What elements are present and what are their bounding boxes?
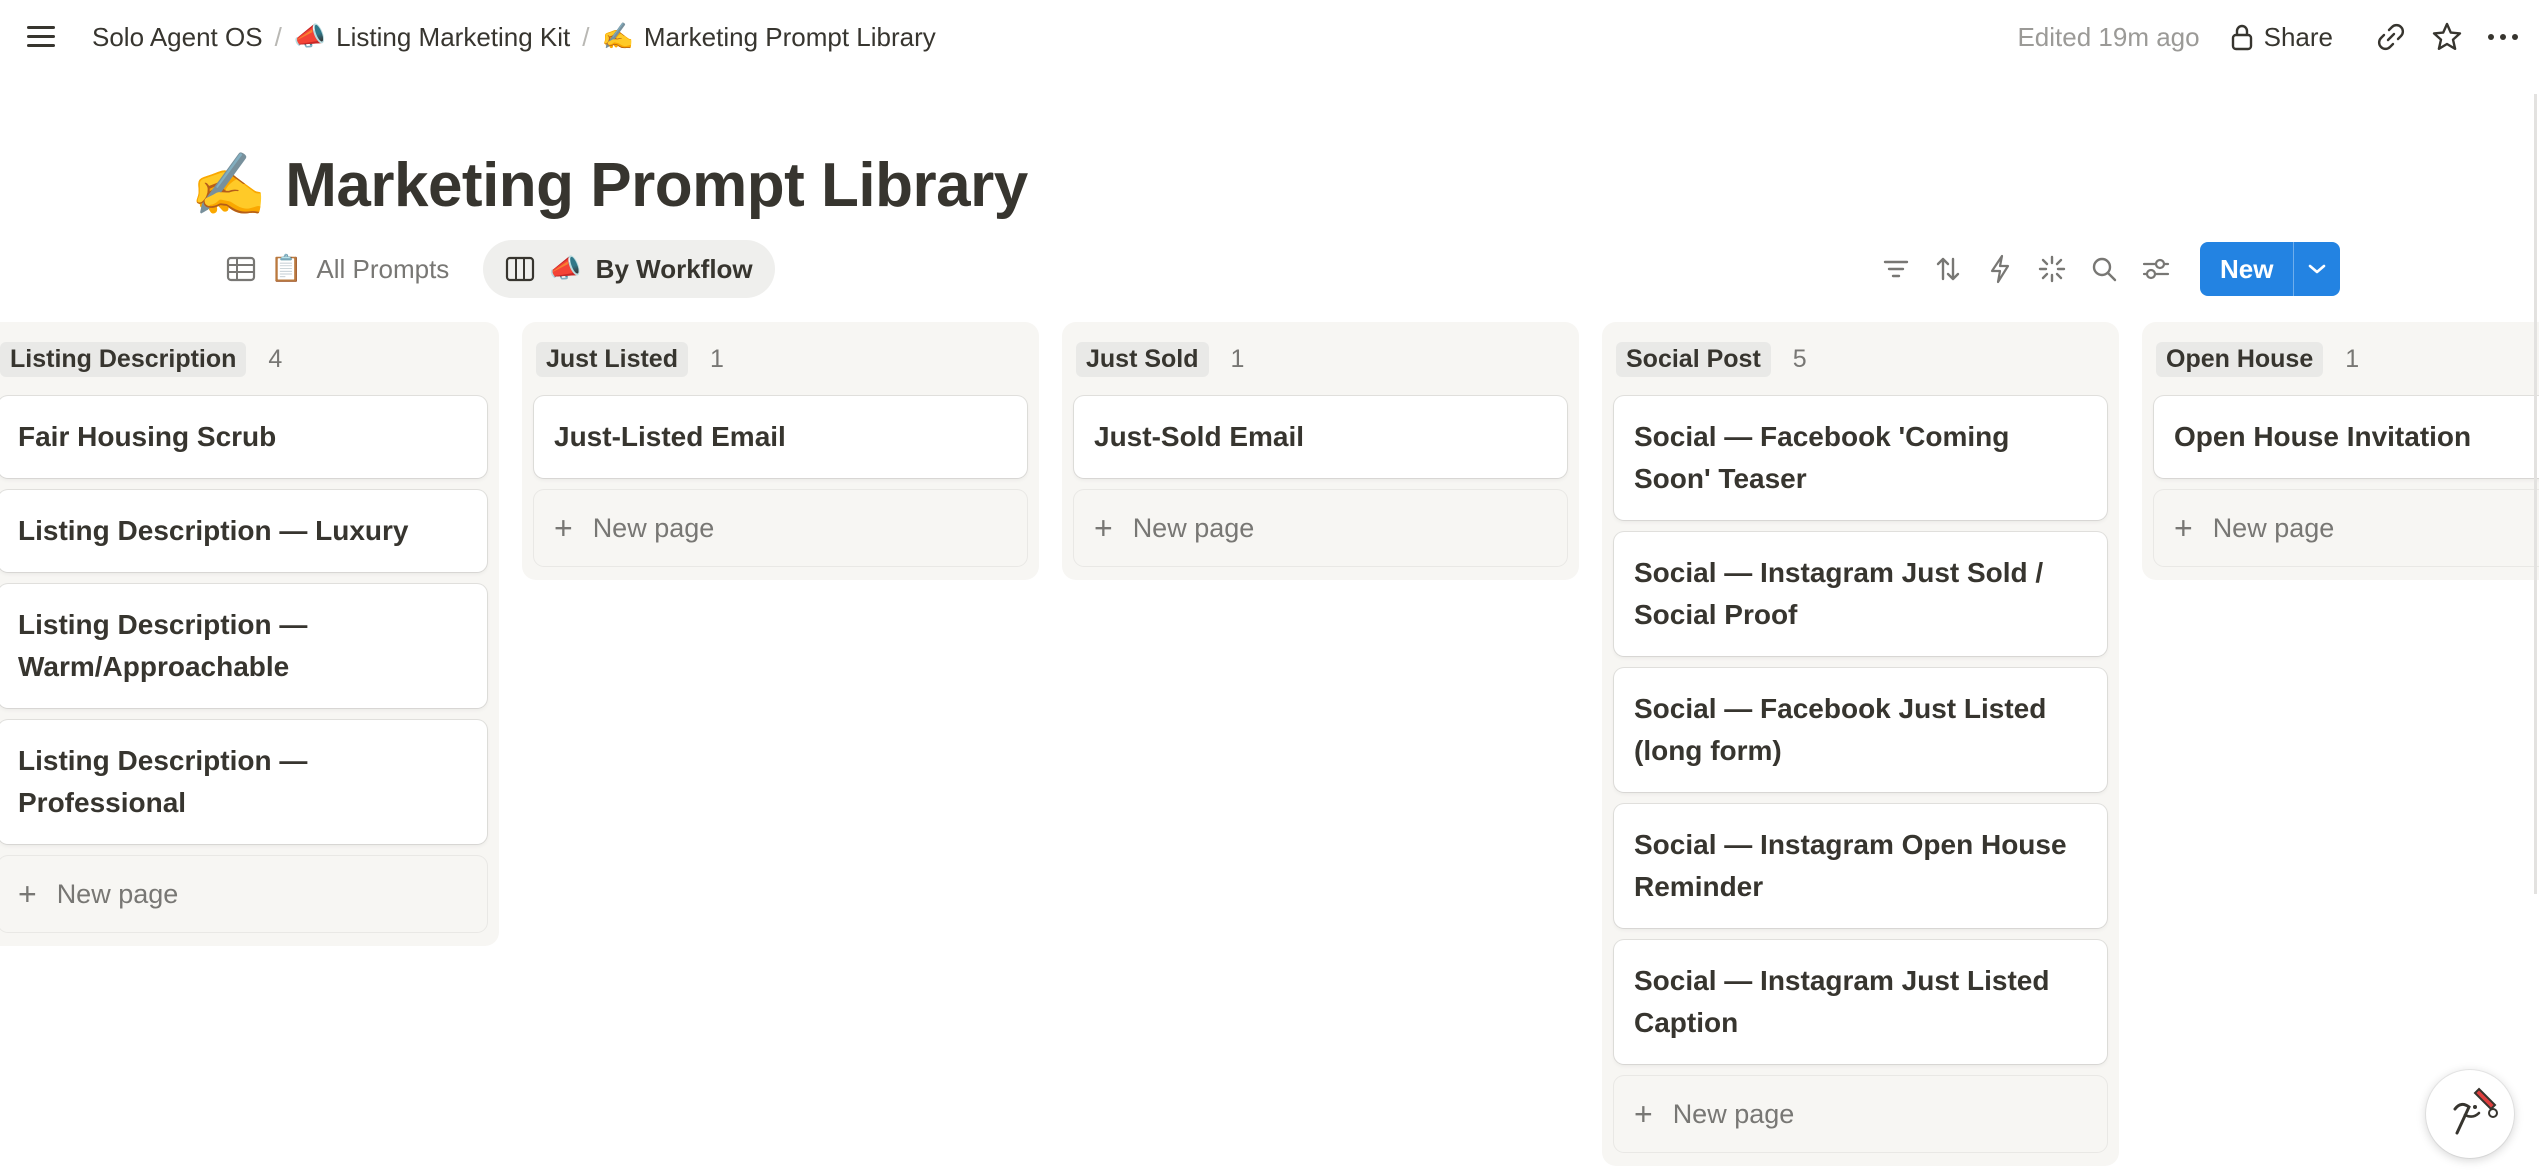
view-tabs: 📋 All Prompts 📣 By Workflow xyxy=(204,240,775,298)
lock-icon xyxy=(2231,24,2252,51)
new-button[interactable]: New xyxy=(2200,242,2293,296)
topbar-actions: Edited 19m ago Share xyxy=(2017,0,2539,74)
sliders-icon[interactable] xyxy=(2130,243,2182,295)
column-title: Listing Description xyxy=(0,341,247,377)
new-page-label: New page xyxy=(2212,512,2335,543)
new-page-button[interactable]: + New page xyxy=(2154,490,2539,566)
plus-icon: + xyxy=(2174,509,2193,546)
column-header[interactable]: Just Sold 1 xyxy=(1062,322,1579,396)
breadcrumb-item-marketing-kit[interactable]: 📣 Listing Marketing Kit xyxy=(288,18,576,57)
megaphone-icon: 📣 xyxy=(549,254,582,284)
top-bar: Solo Agent OS / 📣 Listing Marketing Kit … xyxy=(0,0,2539,74)
tab-all-prompts[interactable]: 📋 All Prompts xyxy=(204,240,471,298)
column-count: 1 xyxy=(2345,344,2360,373)
column-header[interactable]: Listing Description 4 xyxy=(0,322,499,396)
notion-ai-assistant-icon[interactable] xyxy=(2426,1070,2514,1158)
edited-timestamp: Edited 19m ago xyxy=(2017,21,2200,52)
column-count: 5 xyxy=(1792,344,1807,373)
table-view-icon xyxy=(226,256,256,282)
board-card[interactable]: Listing Description — Luxury xyxy=(0,490,487,572)
kanban-board: Listing Description 4 Fair Housing Scrub… xyxy=(0,322,2539,1172)
board-column-listing-description: Listing Description 4 Fair Housing Scrub… xyxy=(0,322,499,946)
board-column-just-sold: Just Sold 1 Just-Sold Email + New page xyxy=(1062,322,1579,580)
new-page-button[interactable]: + New page xyxy=(1614,1076,2107,1152)
breadcrumb-label: Solo Agent OS xyxy=(92,21,263,52)
plus-icon: + xyxy=(1094,509,1113,546)
star-icon[interactable] xyxy=(2427,17,2467,57)
database-toolbar: New xyxy=(1870,240,2341,298)
plus-icon: + xyxy=(18,875,37,912)
breadcrumb-label: Listing Marketing Kit xyxy=(336,21,571,52)
board-card[interactable]: Listing Description — Professional xyxy=(0,720,487,844)
vertical-scrollbar[interactable] xyxy=(2534,94,2537,894)
column-title: Open House xyxy=(2156,341,2324,377)
share-label: Share xyxy=(2263,21,2333,52)
new-button-group: New xyxy=(2200,242,2341,296)
lightning-icon[interactable] xyxy=(1974,243,2026,295)
plus-icon: + xyxy=(554,509,573,546)
tab-label: By Workflow xyxy=(595,253,753,284)
share-button[interactable]: Share xyxy=(2230,22,2333,53)
page-header: ✍️ Marketing Prompt Library xyxy=(190,140,1028,230)
breadcrumb-label: Marketing Prompt Library xyxy=(643,21,936,52)
board-card[interactable]: Listing Description — Warm/Approachable xyxy=(0,584,487,708)
board-card[interactable]: Just-Listed Email xyxy=(534,396,1027,478)
board-column-social-post: Social Post 5 Social — Facebook 'Coming … xyxy=(1602,322,2119,1166)
chevron-down-icon[interactable] xyxy=(2293,242,2340,296)
hamburger-menu-icon[interactable] xyxy=(24,20,58,54)
board-card[interactable]: Fair Housing Scrub xyxy=(0,396,487,478)
board-card[interactable]: Social — Instagram Just Sold / Social Pr… xyxy=(1614,532,2107,656)
board-column-open-house: Open House 1 Open House Invitation + New… xyxy=(2142,322,2539,580)
column-title: Just Sold xyxy=(1076,341,1209,377)
new-page-button[interactable]: + New page xyxy=(534,490,1027,566)
search-icon[interactable] xyxy=(2078,243,2130,295)
megaphone-icon: 📣 xyxy=(293,22,327,52)
new-page-label: New page xyxy=(592,512,715,543)
breadcrumb-item-current-page[interactable]: ✍️ Marketing Prompt Library xyxy=(596,18,942,57)
board-column-just-listed: Just Listed 1 Just-Listed Email + New pa… xyxy=(522,322,1039,580)
new-page-button[interactable]: + New page xyxy=(0,856,487,932)
more-icon[interactable] xyxy=(2483,17,2523,57)
board-card[interactable]: Social — Facebook 'Coming Soon' Teaser xyxy=(1614,396,2107,520)
column-title: Social Post xyxy=(1616,341,1771,377)
breadcrumb-item-workspace[interactable]: Solo Agent OS xyxy=(86,18,269,57)
filter-icon[interactable] xyxy=(1870,243,1922,295)
writing-hand-icon[interactable]: ✍️ xyxy=(190,148,267,222)
board-card[interactable]: Open House Invitation xyxy=(2154,396,2539,478)
column-count: 4 xyxy=(268,344,283,373)
new-page-button[interactable]: + New page xyxy=(1074,490,1567,566)
board-card[interactable]: Social — Instagram Open House Reminder xyxy=(1614,804,2107,928)
new-page-label: New page xyxy=(1672,1098,1795,1129)
column-title: Just Listed xyxy=(536,341,688,377)
plus-icon: + xyxy=(1634,1095,1653,1132)
board-view-icon xyxy=(506,256,535,282)
column-header[interactable]: Open House 1 xyxy=(2142,322,2539,396)
column-count: 1 xyxy=(709,344,724,373)
new-page-label: New page xyxy=(56,878,179,909)
column-count: 1 xyxy=(1230,344,1245,373)
board-card[interactable]: Social — Instagram Just Listed Caption xyxy=(1614,940,2107,1064)
breadcrumb-separator: / xyxy=(582,21,590,52)
clipboard-icon: 📋 xyxy=(270,254,303,284)
writing-hand-icon: ✍️ xyxy=(601,22,634,52)
breadcrumb: Solo Agent OS / 📣 Listing Marketing Kit … xyxy=(86,0,942,74)
page-title[interactable]: Marketing Prompt Library xyxy=(285,150,1028,221)
column-header[interactable]: Social Post 5 xyxy=(1602,322,2119,396)
board-card[interactable]: Just-Sold Email xyxy=(1074,396,1567,478)
tab-by-workflow[interactable]: 📣 By Workflow xyxy=(483,240,775,298)
breadcrumb-separator: / xyxy=(274,21,282,52)
sparkle-icon[interactable] xyxy=(2026,243,2078,295)
link-icon[interactable] xyxy=(2371,17,2411,57)
tab-label: All Prompts xyxy=(316,253,450,284)
new-page-label: New page xyxy=(1132,512,1255,543)
sort-icon[interactable] xyxy=(1922,243,1974,295)
column-header[interactable]: Just Listed 1 xyxy=(522,322,1039,396)
board-card[interactable]: Social — Facebook Just Listed (long form… xyxy=(1614,668,2107,792)
